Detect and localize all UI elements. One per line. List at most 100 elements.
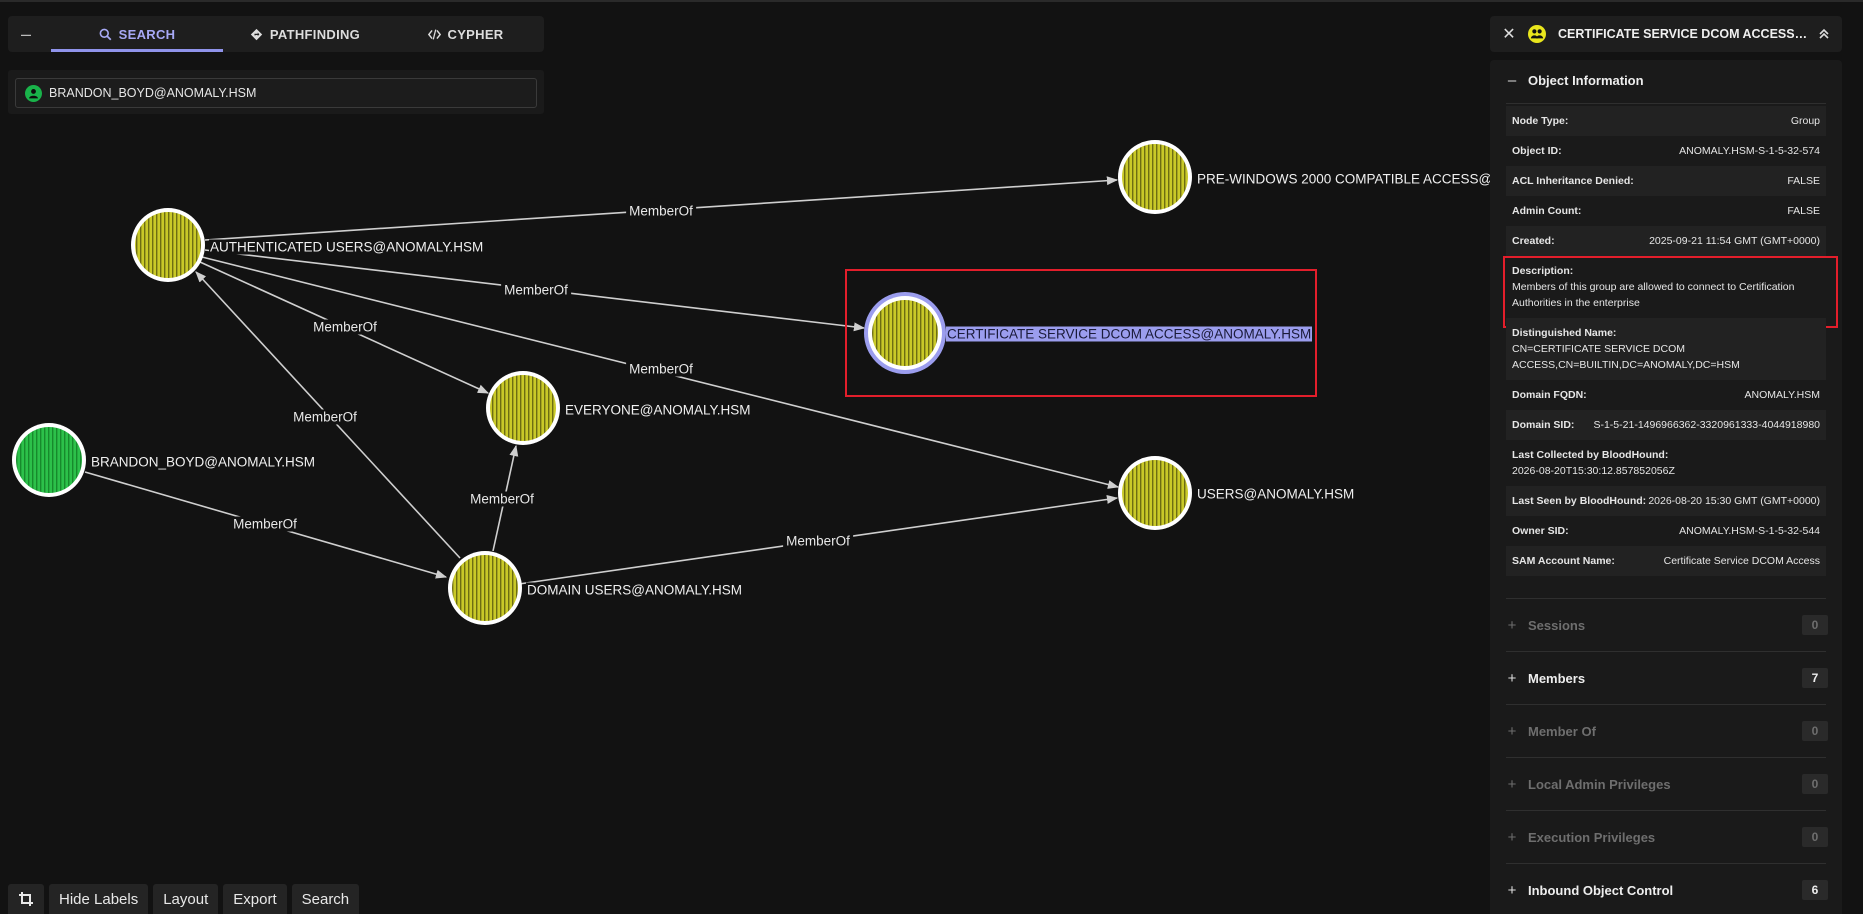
info-key: Owner SID:	[1512, 525, 1569, 537]
info-row: Object ID: ANOMALY.HSM-S-1-5-32-574	[1506, 136, 1826, 166]
divider	[1506, 598, 1826, 599]
info-value: ANOMALY.HSM-S-1-5-32-544	[1679, 525, 1820, 537]
info-row: Owner SID: ANOMALY.HSM-S-1-5-32-544	[1506, 516, 1826, 546]
tab-cypher-label: CYPHER	[447, 26, 504, 42]
section-members[interactable]: + Members 7	[1490, 663, 1842, 693]
info-value: 2026-08-20 15:30 GMT (GMT+0000)	[1648, 495, 1820, 507]
pathfinding-icon	[250, 28, 263, 40]
graph-canvas[interactable]: MemberOf MemberOf MemberOf MemberOf Memb…	[0, 0, 1492, 914]
count-badge: 0	[1802, 827, 1828, 847]
node-everyone[interactable]	[486, 371, 560, 445]
divider	[1506, 103, 1826, 104]
edge-label: MemberOf	[230, 516, 300, 532]
export-button[interactable]: Export	[223, 884, 287, 914]
info-key: Admin Count:	[1512, 205, 1582, 217]
info-key: Created:	[1512, 235, 1555, 247]
info-key: Object ID:	[1512, 145, 1562, 157]
close-icon[interactable]: ✕	[1499, 16, 1519, 52]
info-value: S-1-5-21-1496966362-3320961333-404491898…	[1593, 419, 1820, 431]
object-info-table: Node Type: Group Object ID: ANOMALY.HSM-S-…	[1503, 106, 1838, 576]
info-row: ACL Inheritance Denied: FALSE	[1506, 166, 1826, 196]
tab-search-label: SEARCH	[118, 26, 176, 42]
section-label: Members	[1528, 670, 1586, 686]
divider	[1506, 863, 1826, 864]
section-label: Inbound Object Control	[1528, 882, 1674, 898]
count-badge: 6	[1802, 880, 1828, 900]
edge-label: MemberOf	[626, 203, 696, 219]
search-tabbar: – SEARCH PATHFINDING CYPHER	[8, 16, 544, 52]
info-value: ANOMALY.HSM-S-1-5-32-574	[1679, 145, 1820, 157]
search-field[interactable]	[15, 78, 537, 108]
node-pre-windows-2000[interactable]	[1118, 140, 1192, 214]
details-body: – Object Information Node Type: Group Obj…	[1490, 60, 1842, 914]
node-label-users: USERS@ANOMALY.HSM	[1196, 486, 1356, 502]
section-label: Member Of	[1528, 723, 1596, 739]
section-local-admin-privileges[interactable]: + Local Admin Privileges 0	[1490, 769, 1842, 799]
info-key: Last Collected by BloodHound:	[1512, 449, 1669, 461]
crop-button[interactable]	[8, 884, 44, 914]
edge-label: MemberOf	[783, 533, 853, 549]
node-label-brandon-boyd: BRANDON_BOYD@ANOMALY.HSM	[90, 454, 317, 470]
search-icon	[99, 28, 112, 40]
count-badge: 7	[1802, 668, 1828, 688]
info-row: Last Seen by BloodHound: 2026-08-20 15:30…	[1506, 486, 1826, 516]
count-badge: 0	[1802, 774, 1828, 794]
section-execution-privileges[interactable]: + Execution Privileges 0	[1490, 822, 1842, 852]
tab-cypher[interactable]: CYPHER	[387, 16, 544, 52]
count-badge: 0	[1802, 615, 1828, 635]
node-domain-users[interactable]	[448, 551, 522, 625]
section-label: Sessions	[1528, 617, 1586, 633]
section-label: Object Information	[1528, 72, 1644, 88]
count-badge: 0	[1802, 721, 1828, 741]
node-users[interactable]	[1118, 456, 1192, 530]
plus-icon: +	[1507, 881, 1517, 899]
info-row-last-collected: Last Collected by BloodHound: 2026-08-20…	[1506, 440, 1826, 486]
info-key: ACL Inheritance Denied:	[1512, 175, 1634, 187]
node-label-authenticated-users: AUTHENTICATED USERS@ANOMALY.HSM	[209, 239, 485, 255]
node-authenticated-users[interactable]	[131, 208, 205, 282]
graph-toolbar: Hide Labels Layout Export Search	[8, 884, 360, 914]
divider	[1506, 757, 1826, 758]
tab-pathfinding[interactable]: PATHFINDING	[223, 16, 387, 52]
tab-pathfinding-label: PATHFINDING	[269, 26, 361, 42]
details-title: CERTIFICATE SERVICE DCOM ACCESS@A...	[1558, 27, 1810, 41]
divider	[1506, 810, 1826, 811]
info-key: Domain FQDN:	[1512, 389, 1587, 401]
hide-labels-button[interactable]: Hide Labels	[49, 884, 149, 914]
search-input[interactable]	[49, 79, 519, 107]
edge-label: MemberOf	[626, 361, 696, 377]
node-brandon-boyd[interactable]	[12, 423, 86, 497]
info-key: Distinguished Name:	[1512, 327, 1617, 339]
plus-icon: +	[1507, 722, 1517, 740]
info-row: SAM Account Name: Certificate Service DCO…	[1506, 546, 1826, 576]
info-value: Certificate Service DCOM Access	[1663, 555, 1820, 567]
selected-node-highlight	[845, 269, 1317, 397]
minus-icon: –	[1507, 71, 1517, 89]
edge-label: MemberOf	[501, 282, 571, 298]
layout-button[interactable]: Layout	[153, 884, 219, 914]
section-label: Execution Privileges	[1528, 829, 1656, 845]
tab-search[interactable]: SEARCH	[51, 16, 223, 52]
info-row-distinguished-name: Distinguished Name: CN=CERTIFICATE SERVI…	[1506, 318, 1826, 380]
section-sessions[interactable]: + Sessions 0	[1490, 610, 1842, 640]
info-key: Domain SID:	[1512, 419, 1575, 431]
node-label-domain-users: DOMAIN USERS@ANOMALY.HSM	[526, 582, 743, 598]
section-object-information[interactable]: – Object Information	[1490, 65, 1842, 95]
section-label: Local Admin Privileges	[1528, 776, 1671, 792]
plus-icon: +	[1507, 775, 1517, 793]
node-label-everyone: EVERYONE@ANOMALY.HSM	[564, 402, 752, 418]
section-inbound-object-control[interactable]: + Inbound Object Control 6	[1490, 875, 1842, 905]
info-value: FALSE	[1787, 175, 1820, 187]
collapse-panel-button[interactable]: –	[8, 16, 44, 52]
info-row: Admin Count: FALSE	[1506, 196, 1826, 226]
info-row: Domain FQDN: ANOMALY.HSM	[1506, 380, 1826, 410]
section-member-of[interactable]: + Member Of 0	[1490, 716, 1842, 746]
info-row: Domain SID: S-1-5-21-1496966362-332096133…	[1506, 410, 1826, 440]
plus-icon: +	[1507, 616, 1517, 634]
search-panel: – SEARCH PATHFINDING CYPHER	[8, 16, 544, 114]
search-button[interactable]: Search	[291, 884, 360, 914]
user-icon	[25, 85, 42, 102]
chevron-double-up-icon[interactable]	[1814, 16, 1834, 52]
crop-icon	[19, 892, 33, 906]
info-key: Description:	[1512, 265, 1574, 277]
